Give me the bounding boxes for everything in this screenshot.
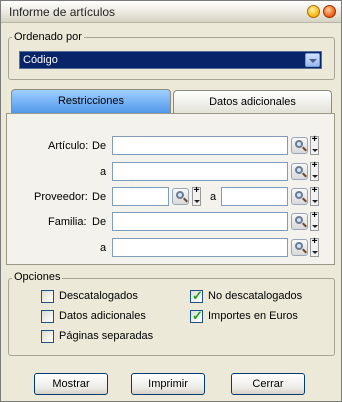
close-icon[interactable] — [323, 5, 336, 18]
mostrar-button[interactable]: Mostrar — [34, 373, 108, 395]
search-icon[interactable] — [291, 239, 308, 256]
chevron-down-icon[interactable] — [305, 53, 320, 67]
ordenado-select[interactable]: Código — [19, 51, 322, 69]
familia-de-spin[interactable]: + — [310, 211, 319, 231]
opciones-legend: Opciones — [12, 271, 63, 283]
articulo-a-label: a — [100, 166, 107, 178]
search-icon[interactable] — [291, 213, 308, 230]
familia-a-input[interactable] — [112, 238, 288, 257]
window-title: Informe de artículos — [9, 5, 116, 19]
search-icon[interactable] — [172, 188, 189, 205]
paginas-separadas-label[interactable]: Páginas separadas — [59, 330, 153, 342]
articulo-label: Artículo: — [48, 140, 89, 152]
proveedor-a-spin[interactable]: + — [310, 186, 319, 206]
minimize-icon[interactable] — [307, 5, 320, 18]
tab-restricciones[interactable]: Restricciones — [11, 89, 171, 114]
familia-de-input[interactable] — [112, 212, 288, 231]
search-icon[interactable] — [291, 188, 308, 205]
tab-restricciones-label: Restricciones — [57, 95, 125, 107]
datos-adicionales-checkbox[interactable] — [41, 310, 54, 323]
importes-euros-checkbox[interactable] — [190, 308, 203, 324]
proveedor-a-input[interactable] — [221, 187, 288, 206]
articulo-de-input[interactable] — [112, 136, 288, 155]
familia-de-label: De — [92, 216, 107, 228]
familia-a-spin[interactable]: + — [310, 237, 319, 257]
paginas-separadas-checkbox[interactable] — [41, 330, 54, 343]
ordenado-legend: Ordenado por — [12, 31, 84, 43]
proveedor-de-label: De — [92, 191, 107, 203]
descatalogados-label[interactable]: Descatalogados — [59, 290, 138, 302]
search-icon[interactable] — [291, 163, 308, 180]
report-window: Informe de artículos Ordenado por Código… — [0, 0, 342, 402]
datos-adicionales-label[interactable]: Datos adicionales — [59, 310, 146, 322]
cerrar-button[interactable]: Cerrar — [231, 373, 305, 395]
proveedor-de-spin[interactable]: + — [192, 186, 201, 206]
articulo-a-input[interactable] — [112, 162, 288, 181]
importes-euros-label[interactable]: Importes en Euros — [208, 310, 298, 322]
proveedor-a-label: a — [210, 191, 217, 203]
proveedor-de-input[interactable] — [112, 187, 169, 206]
articulo-de-spin[interactable]: + — [310, 135, 319, 155]
articulo-a-spin[interactable]: + — [310, 161, 319, 181]
proveedor-label: Proveedor: — [34, 191, 88, 203]
imprimir-button[interactable]: Imprimir — [131, 373, 205, 395]
tab-datos-adicionales-label: Datos adicionales — [209, 96, 296, 108]
familia-a-label: a — [100, 242, 107, 254]
ordenado-select-value: Código — [23, 54, 58, 66]
no-descatalogados-checkbox[interactable] — [190, 288, 203, 304]
descatalogados-checkbox[interactable] — [41, 290, 54, 303]
articulo-de-label: De — [92, 140, 107, 152]
title-bar[interactable]: Informe de artículos — [1, 1, 341, 23]
no-descatalogados-label[interactable]: No descatalogados — [208, 290, 302, 302]
familia-label: Familia: — [48, 216, 87, 228]
search-icon[interactable] — [291, 137, 308, 154]
tab-datos-adicionales[interactable]: Datos adicionales — [173, 90, 332, 114]
